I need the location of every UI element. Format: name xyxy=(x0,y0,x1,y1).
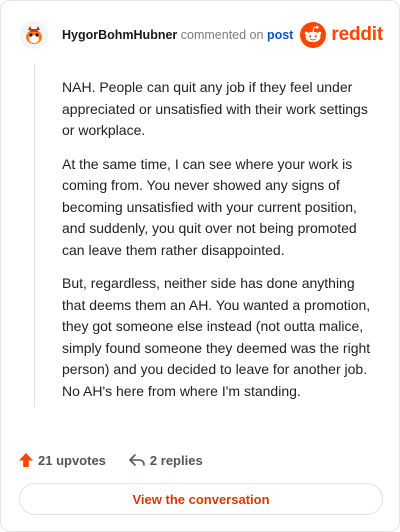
comment-paragraph: At the same time, I can see where your w… xyxy=(62,155,357,258)
post-link[interactable]: post xyxy=(267,28,293,42)
thread-line xyxy=(34,63,35,407)
avatar[interactable] xyxy=(19,20,49,50)
comment-meta: HygorBohmHubner commented on post xyxy=(62,28,293,42)
comment-footer: 21 upvotes 2 replies xyxy=(18,449,225,471)
comment-paragraph: But, regardless, neither side has done a… xyxy=(62,275,371,399)
username-link[interactable]: HygorBohmHubner xyxy=(62,28,177,42)
comment-header: HygorBohmHubner commented on post reddit xyxy=(19,17,383,53)
comment-body: NAH. People can quit any job if they fee… xyxy=(62,77,380,414)
view-conversation-button[interactable]: View the conversation xyxy=(19,483,383,515)
reddit-logo[interactable]: reddit xyxy=(300,22,383,48)
reddit-snoo-icon xyxy=(300,22,327,48)
comment-paragraph: NAH. People can quit any job if they fee… xyxy=(62,79,368,138)
reply-count: 2 replies xyxy=(149,452,203,468)
snoo-avatar-icon xyxy=(20,21,48,49)
upvote-arrow-icon xyxy=(19,453,33,467)
upvote-button[interactable]: 21 upvotes xyxy=(18,452,106,468)
reddit-wordmark: reddit xyxy=(331,24,383,45)
replies-button[interactable]: 2 replies xyxy=(128,452,203,468)
reply-icon xyxy=(129,454,145,466)
upvote-count: 21 upvotes xyxy=(38,452,106,468)
comment-card: HygorBohmHubner commented on post reddit… xyxy=(0,0,400,532)
action-text: commented on xyxy=(180,28,264,42)
